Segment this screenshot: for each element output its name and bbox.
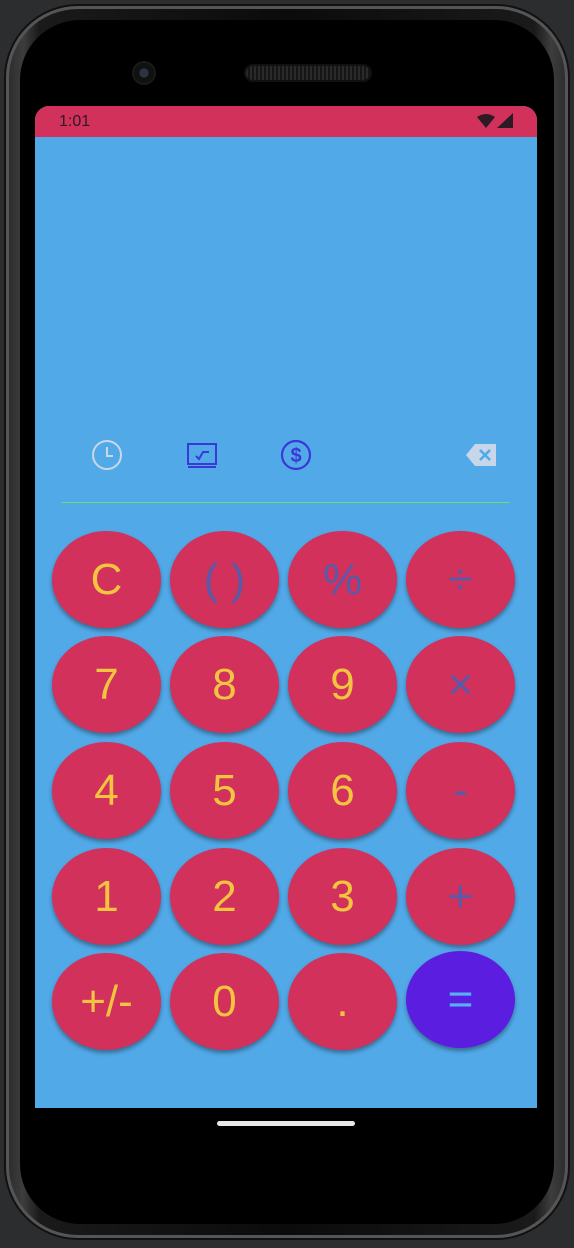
status-bar: 1:01	[35, 106, 537, 137]
app-screen: 1:01 $ C () % ÷ 7 8 9 × 4 5 6 - 1 2 3 +…	[35, 106, 537, 1108]
digit-6-button[interactable]: 6	[288, 742, 397, 839]
svg-text:$: $	[290, 445, 301, 467]
percent-button[interactable]: %	[288, 531, 397, 628]
wifi-icon	[477, 113, 495, 133]
backspace-icon[interactable]	[464, 440, 498, 470]
digit-2-button[interactable]: 2	[170, 848, 279, 945]
divide-button[interactable]: ÷	[406, 531, 515, 628]
subtract-button[interactable]: -	[406, 742, 515, 839]
negate-button[interactable]: +/-	[52, 953, 161, 1050]
history-icon[interactable]	[90, 440, 124, 470]
digit-8-button[interactable]: 8	[170, 636, 279, 733]
decimal-button[interactable]: .	[288, 953, 397, 1050]
earpiece-speaker	[246, 66, 370, 80]
digit-9-button[interactable]: 9	[288, 636, 397, 733]
multiply-button[interactable]: ×	[406, 636, 515, 733]
digit-5-button[interactable]: 5	[170, 742, 279, 839]
equals-button[interactable]: =	[406, 951, 515, 1048]
clear-button[interactable]: C	[52, 531, 161, 628]
display-divider	[62, 502, 510, 503]
digit-4-button[interactable]: 4	[52, 742, 161, 839]
add-button[interactable]: +	[406, 848, 515, 945]
parentheses-button[interactable]: ( )	[170, 531, 279, 628]
currency-icon[interactable]: $	[279, 439, 313, 471]
status-icons	[477, 113, 513, 133]
digit-3-button[interactable]: 3	[288, 848, 397, 945]
status-time: 1:01	[59, 113, 91, 130]
cell-signal-icon	[497, 113, 513, 133]
digit-1-button[interactable]: 1	[52, 848, 161, 945]
home-indicator[interactable]	[217, 1121, 355, 1126]
digit-0-button[interactable]: 0	[170, 953, 279, 1050]
unit-converter-icon[interactable]	[185, 440, 219, 470]
digit-7-button[interactable]: 7	[52, 636, 161, 733]
front-camera	[134, 63, 154, 83]
